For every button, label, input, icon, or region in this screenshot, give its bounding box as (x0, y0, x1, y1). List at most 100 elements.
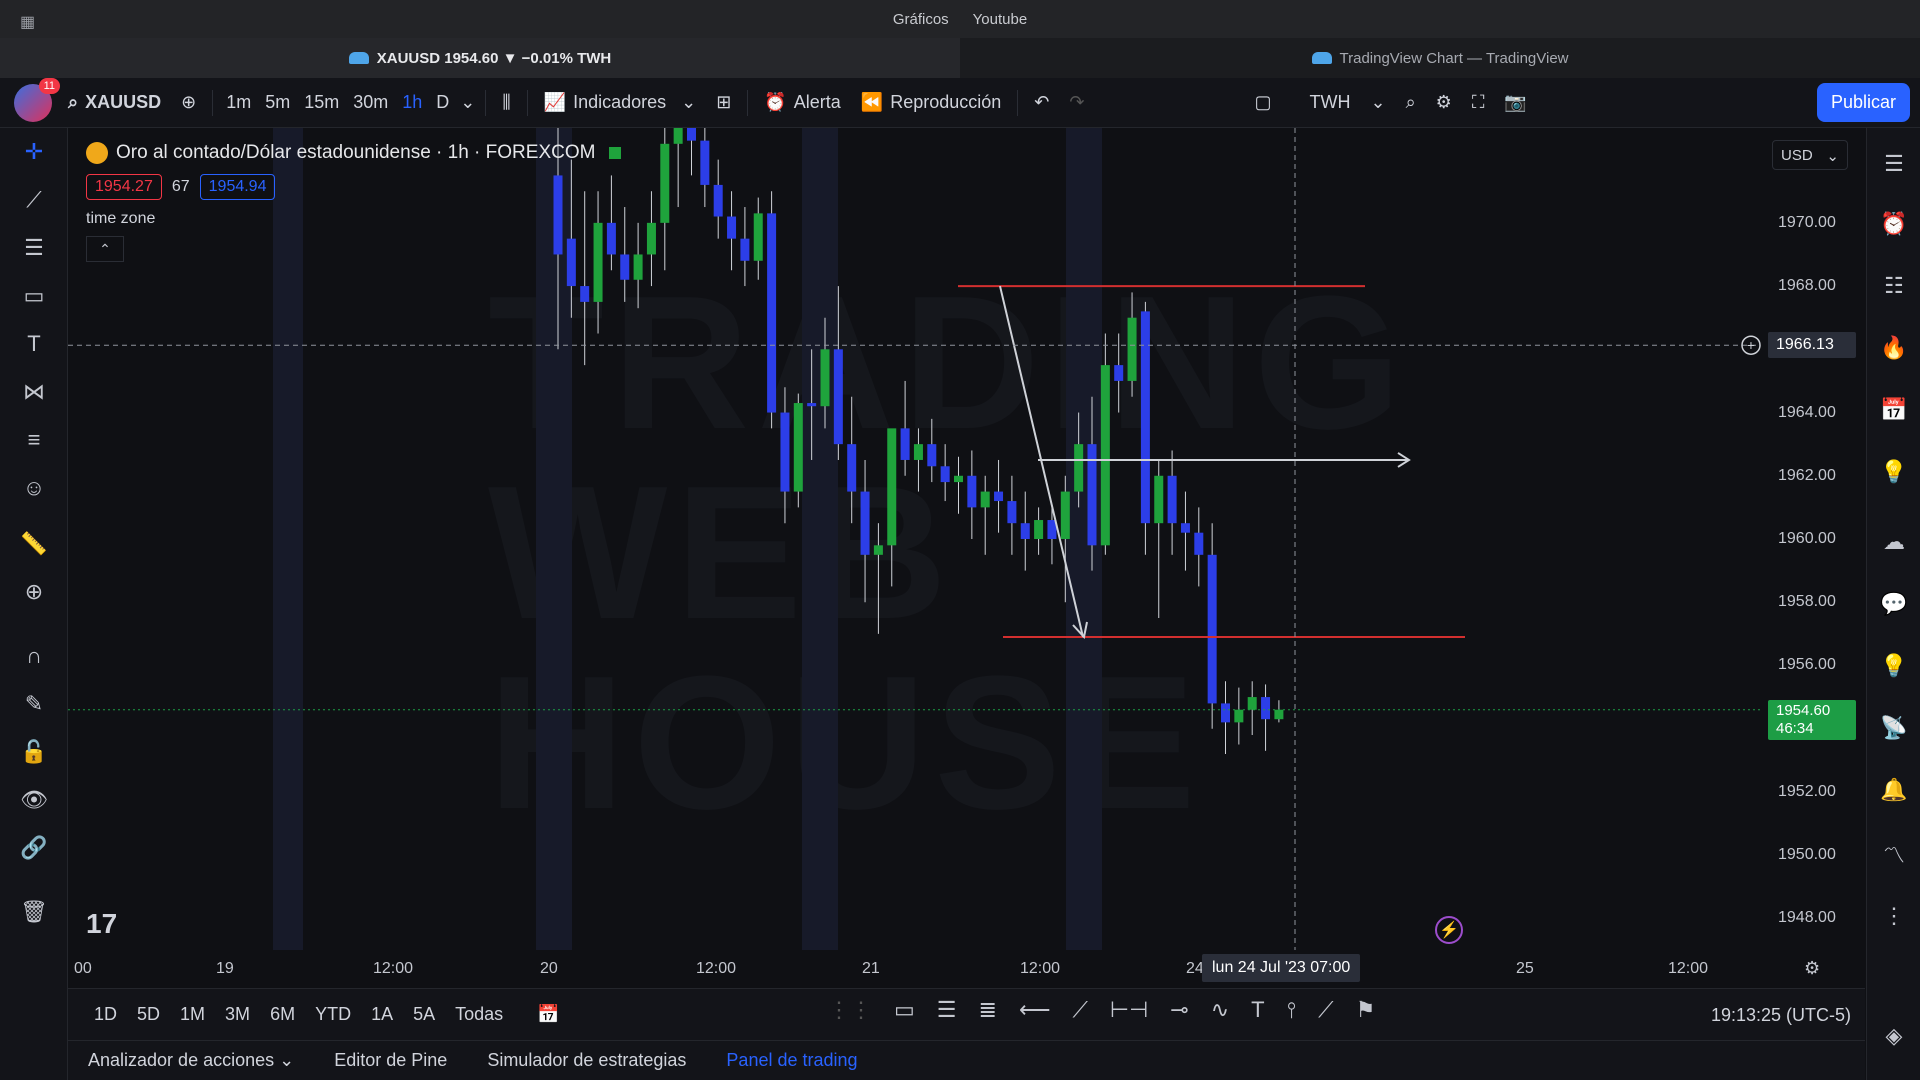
vertical-line-icon[interactable]: ⫯ (1287, 997, 1297, 1023)
range-ytd[interactable]: YTD (305, 1004, 361, 1025)
range-1d[interactable]: 1D (84, 1004, 127, 1025)
layers-icon[interactable]: ◈ (1878, 1020, 1910, 1052)
currency-select[interactable]: USD ⌄ (1772, 140, 1848, 170)
tab-strategy-tester[interactable]: Simulador de estrategias (467, 1050, 706, 1071)
interval-5m[interactable]: 5m (258, 78, 297, 127)
date-range-icon[interactable]: ⊢⊣ (1110, 997, 1148, 1023)
lightning-icon[interactable]: ⚡ (1435, 916, 1463, 944)
pitchfork-tool-icon[interactable]: ≣ (979, 997, 997, 1023)
emoji-icon[interactable]: ☺ (18, 472, 50, 504)
fib-tool-icon[interactable]: ☰ (937, 997, 957, 1023)
layout-dropdown[interactable]: ⌄ (1360, 78, 1395, 127)
interval-1m[interactable]: 1m (219, 78, 258, 127)
interval-dropdown[interactable]: ⌄ (456, 78, 479, 127)
trend-line-icon[interactable]: ⟋ (18, 184, 50, 216)
indicators-button[interactable]: 📈 Indicadores ⌄ (534, 78, 707, 127)
interval-1h[interactable]: 1h (395, 78, 429, 127)
range-5d[interactable]: 5D (127, 1004, 170, 1025)
undo-button[interactable]: ↶ (1024, 78, 1059, 127)
notifications-bell-icon[interactable]: 🔔 (1878, 774, 1910, 806)
ideas-icon[interactable]: 💡 (1878, 456, 1910, 488)
chart-type-button[interactable]: ⫼ (492, 78, 520, 127)
streams-icon[interactable]: 📡 (1878, 712, 1910, 744)
tab-trading-panel[interactable]: Panel de trading (706, 1050, 877, 1071)
link-icon[interactable]: 🔗 (18, 832, 50, 864)
cloud-icon[interactable]: ☁ (1878, 526, 1910, 558)
fullscreen-button[interactable]: ⛶ (1462, 78, 1495, 127)
quick-search-button[interactable]: ⌕ (1396, 78, 1426, 127)
projection-icon[interactable]: ≡ (18, 424, 50, 456)
goto-date-icon[interactable]: 📅 (527, 1004, 569, 1025)
magnet-icon[interactable]: ∩ (18, 640, 50, 672)
range-1m[interactable]: 1M (170, 1004, 215, 1025)
legend-symbol[interactable]: Oro al contado/Dólar estadounidense · 1h… (86, 142, 622, 164)
crosshair-icon[interactable]: ✛ (18, 136, 50, 168)
replay-button[interactable]: ⏪ Reproducción (851, 78, 1012, 127)
settings-button[interactable]: ⚙ (1426, 78, 1462, 127)
menu-item-youtube[interactable]: Youtube (973, 11, 1028, 28)
browser-tab-xauusd[interactable]: XAUUSD 1954.60 ▼ −0.01% TWH (0, 38, 960, 78)
layouts-button[interactable]: ⊞ (706, 78, 741, 127)
menu-item-graficos[interactable]: Gráficos (893, 11, 949, 28)
buy-button[interactable]: 1954.94 (199, 174, 276, 200)
interval-30m[interactable]: 30m (346, 78, 395, 127)
divider (747, 89, 749, 116)
clock-timezone[interactable]: 19:13:25 (UTC-5) (1711, 1005, 1851, 1026)
zoom-in-icon[interactable]: ⊕ (18, 576, 50, 608)
price-axis[interactable]: USD ⌄ 1970.00 1968.00 1964.00 1962.00 1960.0… (1760, 128, 1865, 950)
horizontal-line-icon[interactable]: ⊸ (1170, 997, 1188, 1023)
candle-body (1154, 475, 1164, 524)
bulb-icon[interactable]: 💡 (1878, 650, 1910, 682)
compare-symbol-button[interactable]: ⊕ (171, 78, 206, 127)
text-tool-icon[interactable]: T (1251, 997, 1264, 1023)
range-todas[interactable]: Todas (445, 1004, 513, 1025)
rectangle-icon[interactable]: ▭ (18, 280, 50, 312)
calendar-icon[interactable]: 📅 (1878, 394, 1910, 426)
path-tool-icon[interactable]: ∿ (1211, 997, 1229, 1023)
trash-icon[interactable]: 🗑 (18, 896, 50, 928)
flag-tool-icon[interactable]: ⚑ (1356, 997, 1376, 1023)
pattern-icon[interactable]: ⋈ (18, 376, 50, 408)
watchlist-icon[interactable]: ☰ (1878, 148, 1910, 180)
text-icon[interactable]: T (18, 328, 50, 360)
drag-handle-icon[interactable]: ⋮⋮ (828, 997, 872, 1023)
eye-icon[interactable]: 👁 (18, 784, 50, 816)
redo-button[interactable]: ↷ (1059, 78, 1094, 127)
brush-tool-icon[interactable]: ⟋ (1318, 997, 1333, 1023)
interval-15m[interactable]: 15m (297, 78, 346, 127)
chart-pane[interactable]: TRADING WEB HOUSE + Oro al contado/Dólar e… (68, 128, 1865, 950)
hotlist-icon[interactable]: 🔥 (1878, 332, 1910, 364)
browser-tab-tradingview[interactable]: TradingView Chart — TradingView (960, 38, 1920, 78)
trend-icon[interactable]: 〽 (1878, 838, 1910, 870)
symbol-search-button[interactable]: ⌕ XAUUSD (58, 78, 171, 127)
layout-name[interactable]: TWH (1300, 78, 1361, 127)
time-axis[interactable]: 00 19 12:00 20 12:00 21 12:00 24 25 12:0… (68, 950, 1865, 988)
tab-pine-editor[interactable]: Editor de Pine (314, 1050, 467, 1071)
range-6m[interactable]: 6M (260, 1004, 305, 1025)
range-5a[interactable]: 5A (403, 1004, 445, 1025)
trend-line-tool-icon[interactable]: ⟋ (1073, 997, 1088, 1023)
stay-in-drawing-icon[interactable]: ✎ (18, 688, 50, 720)
object-tree-icon[interactable]: ☷ (1878, 270, 1910, 302)
fib-retracement-icon[interactable]: ☰ (18, 232, 50, 264)
rectangle-tool-icon[interactable]: ▭ (894, 997, 915, 1023)
range-3m[interactable]: 3M (215, 1004, 260, 1025)
alert-button[interactable]: ⏰ Alerta (754, 78, 850, 127)
user-avatar[interactable]: 11 (14, 77, 60, 122)
publish-button[interactable]: Publicar (1816, 83, 1910, 122)
horizontal-ray-icon[interactable]: ⟵ (1019, 997, 1051, 1023)
axis-settings-icon[interactable]: ⚙ (1804, 958, 1820, 979)
interval-d[interactable]: D (429, 78, 456, 127)
dom-icon[interactable]: ⋮ (1878, 900, 1910, 932)
layout-select-button[interactable]: ▢ (1244, 78, 1281, 127)
app-grid-icon[interactable]: ▦ (20, 12, 35, 32)
collapse-legend-button[interactable]: ⌃ (86, 236, 124, 262)
tab-stock-screener[interactable]: Analizador de acciones ⌄ (68, 1050, 314, 1071)
range-1a[interactable]: 1A (361, 1004, 403, 1025)
alerts-icon[interactable]: ⏰ (1878, 208, 1910, 240)
lock-icon[interactable]: 🔓 (18, 736, 50, 768)
snapshot-button[interactable]: 📷 (1494, 78, 1536, 127)
ruler-icon[interactable]: 📏 (18, 528, 50, 560)
chat-icon[interactable]: 💬 (1878, 588, 1910, 620)
sell-button[interactable]: 1954.27 (86, 174, 162, 200)
